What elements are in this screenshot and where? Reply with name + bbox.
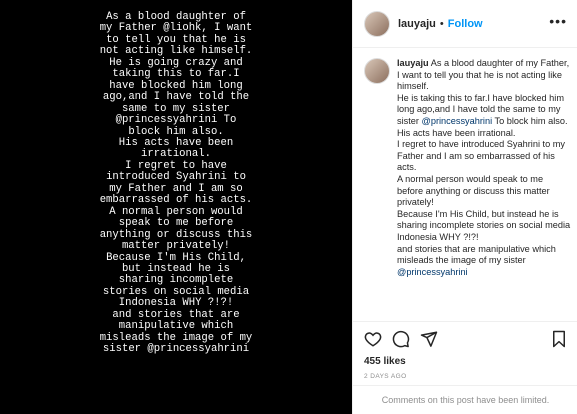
save-bookmark-icon[interactable] [551, 330, 567, 348]
caption-paragraph-4: I regret to have introduced Syahrini to … [397, 139, 566, 173]
caption: lauyaju As a blood daughter of my Father… [353, 48, 577, 278]
caption-paragraph-3: His acts have been irrational. [397, 127, 516, 138]
comments-limited-notice: Comments on this post have been limited. [353, 385, 577, 414]
follow-button[interactable]: Follow [448, 18, 483, 30]
caption-username[interactable]: lauyaju [397, 58, 429, 68]
post-header: lauyaju • Follow ••• [353, 0, 577, 48]
share-paper-plane-icon[interactable] [420, 330, 438, 348]
post-date[interactable]: 2 DAYS AGO [364, 373, 567, 380]
action-icons [364, 328, 567, 350]
caption-paragraph-6: Because I'm His Child, but instead he is… [397, 208, 571, 242]
header-separator: • [439, 17, 444, 30]
likes-count[interactable]: 455 likes [364, 356, 567, 367]
instagram-post: As a blood daughter of my Father @liohk,… [0, 0, 577, 414]
caption-paragraph-5: A normal person would speak to me before… [397, 173, 550, 208]
post-actions: 455 likes 2 DAYS AGO [353, 321, 577, 380]
header-username[interactable]: lauyaju [398, 18, 436, 30]
more-options-icon[interactable]: ••• [549, 13, 567, 29]
caption-mention-1[interactable]: @princessyahrini [422, 116, 493, 126]
like-heart-icon[interactable] [364, 330, 382, 348]
caption-paragraph-7: and stories that are manipulative which … [397, 243, 556, 266]
caption-paragraph-2b: To block him also. [492, 115, 568, 126]
comment-icon[interactable] [392, 330, 410, 348]
avatar[interactable] [364, 10, 390, 37]
caption-body: lauyaju As a blood daughter of my Father… [397, 58, 571, 278]
story-text: As a blood daughter of my Father @liohk,… [99, 11, 253, 356]
caption-avatar[interactable] [364, 58, 390, 84]
post-sidebar: lauyaju • Follow ••• lauyaju As a blood … [352, 0, 577, 414]
caption-mention-2[interactable]: @princessyahrini [397, 267, 468, 277]
story-screenshot-media[interactable]: As a blood daughter of my Father @liohk,… [0, 0, 352, 414]
